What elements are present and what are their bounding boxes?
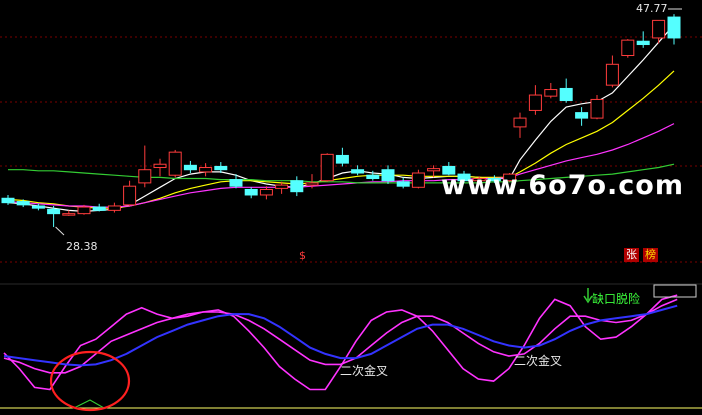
high-price-label: 47.77 <box>636 2 668 15</box>
low-price-label: 28.38 <box>66 240 98 253</box>
candle-body-21 <box>320 153 334 182</box>
watermark-text: www.6o7o.com <box>441 170 684 201</box>
dollar-tag: $ <box>299 249 306 262</box>
candle-body-5 <box>77 206 91 215</box>
candle-body-35 <box>528 94 542 111</box>
stock-chart: www.6o7o.com 47.77 28.38 $ 张 榜 二次金叉 二次金叉… <box>0 0 702 415</box>
candle-body-13 <box>199 167 213 173</box>
candle-body-25 <box>381 169 395 182</box>
candle-body-2 <box>31 205 45 209</box>
candle-body-44 <box>667 16 681 39</box>
candle-body-16 <box>244 188 258 196</box>
candle-body-42 <box>636 40 650 46</box>
candle-body-41 <box>621 39 635 57</box>
zhang-tag: 张 <box>624 248 639 262</box>
candle-body-43 <box>652 19 666 39</box>
candle-body-38 <box>575 112 589 119</box>
candle-body-12 <box>183 164 197 171</box>
candle-body-37 <box>559 87 573 102</box>
candle-body-15 <box>229 179 243 187</box>
bang-tag: 榜 <box>643 248 658 262</box>
candle-body-36 <box>544 89 558 97</box>
candle-body-28 <box>427 168 441 172</box>
candle-body-7 <box>107 205 121 211</box>
candle-body-11 <box>168 151 182 176</box>
candle-body-10 <box>153 163 167 169</box>
candle-body-9 <box>138 169 152 184</box>
candle-body-6 <box>92 206 106 211</box>
candle-body-4 <box>62 213 76 216</box>
candle-body-26 <box>396 181 410 187</box>
gap-escape-label: 缺口脱险 <box>592 292 641 306</box>
candle-body-24 <box>366 174 380 180</box>
candle-body-0 <box>1 197 15 204</box>
candle-body-20 <box>305 182 319 186</box>
osc-green-marker <box>73 399 105 409</box>
low-arrow <box>55 226 65 236</box>
candle-body-1 <box>16 201 30 206</box>
candle-body-22 <box>335 154 349 164</box>
candle-body-23 <box>351 169 365 174</box>
candle-body-17 <box>259 188 273 196</box>
price-chart-svg <box>0 8 702 412</box>
golden-cross-label-2: 二次金叉 <box>514 354 563 368</box>
candle-body-34 <box>513 117 527 128</box>
candle-body-27 <box>411 172 425 188</box>
candle-body-39 <box>590 98 604 119</box>
candle-body-3 <box>47 208 61 215</box>
candle-body-14 <box>214 165 228 171</box>
highlight-circle <box>49 350 131 412</box>
candle-body-19 <box>290 180 304 193</box>
golden-cross-label-1: 二次金叉 <box>340 364 389 378</box>
candle-body-18 <box>275 184 289 189</box>
candle-body-8 <box>123 185 137 206</box>
candle-body-40 <box>605 63 619 86</box>
